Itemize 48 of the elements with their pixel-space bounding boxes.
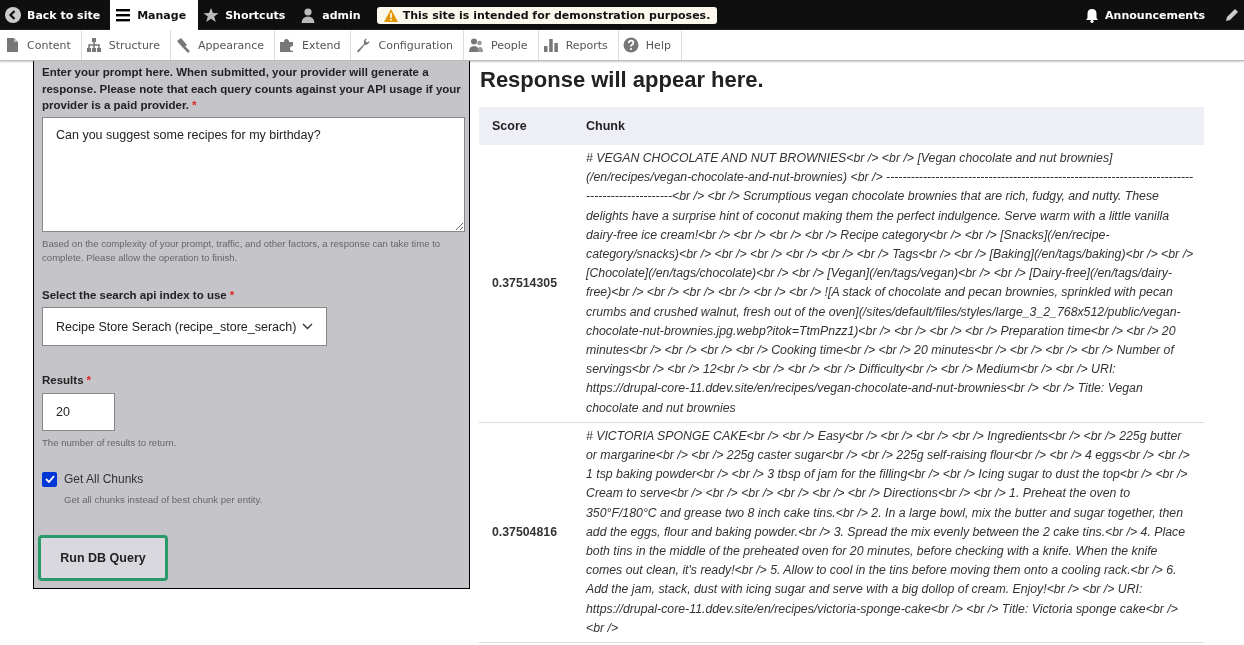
notice-text: This site is intended for demonstration purposes.: [402, 8, 711, 22]
user-icon: [300, 7, 317, 23]
warning-icon: [383, 8, 398, 22]
results-label: Results *: [42, 373, 92, 388]
chunks-label: Get All Chunks: [64, 472, 144, 486]
column-header: Score: [479, 107, 573, 145]
response-heading: Response will appear here.: [479, 66, 765, 94]
results-description: The number of results to return.: [42, 435, 178, 450]
index-label: Select the search api index to use *: [42, 287, 235, 303]
chunk-cell: # VICTORIA SPONGE CAKE<br /> <br /> Easy<br /> <br /> <br /> <br /> Ingredients<br /> <br /> 225g butter or margarine<br /> <br /> 225g caster sugar<br /> <br /> 225g self-raising flour<br /> <br /> 4 eggs<br /> <br /> 1 tsp baking powder<br /> <br /> 3 tbsp of jam for the filling<br /> <br /> Icing sugar to dust the top<br /> <br /> Cream to serve<br /> <br /> <br /> <br /> <br /> <br /> Directions<br /> <br /> 1. Preheat the oven to 350°F/180°C and grease two 8 inch cake tins.<br /> 2. In a large bowl, mix the butter and sugar together, then add the eggs, flour and baking powder.<br /> 3. Spread the mix evenly between the 2 cake tins.<br /> 4. Place both tins in the middle of the preheated oven for 20 minutes, before checking with a knife. When the knife comes out clean, it's ready!<br /> 5. Allow to cool in the tins before moving them onto a cooling rack.<br /> 6. Add the jam, stack, dust with icing sugar and serve with a big dollop of cream. Enjoy!<br /> <br /> URI: https://drupal-core-11.ddev.site/en/recipes/victoria-sponge-cake<br /> <br /> Title: Victoria sponge cake<br /> <br />: [573, 422, 1204, 643]
help-icon: [622, 37, 639, 53]
prompt-label: Enter your prompt here. When submitted, your provider will generate a response. Please note that each query counts against your API usage if your provider is a paid provider. *: [42, 65, 461, 113]
pencil-icon[interactable]: [1225, 8, 1239, 22]
score-cell: 0.37504816: [479, 422, 573, 643]
chevron-down-icon: [302, 323, 314, 330]
tray-item[interactable]: Reports: [538, 30, 619, 60]
tray-item[interactable]: Appearance: [170, 30, 275, 60]
tray-item[interactable]: Help: [618, 30, 682, 60]
results-field[interactable]: 20: [42, 392, 115, 431]
chunks-description: Get all chunks instead of best chunk per entity.: [64, 492, 264, 507]
tray-item[interactable]: Content: [0, 30, 82, 60]
chunk-cell: # VEGAN CHOCOLATE AND NUT BROWNIES<br /> <br /> [Vegan chocolate and nut brownies](/en/recipes/vegan-chocolate-and-nut-brownies) <br /> ------------------------------------------------------------------------------------------------<br /> <br /> Scrumptious vegan chocolate brownies that are rich, fudgy, and nutty. These delights have a surprise hint of coconut making them the perfect indulgence. Serve warm with a little vanilla dairy-free ice cream!<br /> <br /> <br /> <br /> Recipe category<br /> <br /> [Snacks](/en/recipe-category/snacks)<br /> <br /> <br /> <br /> <br /> <br /> Tags<br /> <br /> [Baking](/en/tags/baking)<br /> <br /> [Chocolate](/en/tags/chocolate)<br /> <br /> [Vegan](/en/tags/vegan)<br /> <br /> [Dairy-free](/en/tags/dairy-free)<br /> <br /> <br /> <br /> <br /> <br /> ![A stack of chocolate and pecan brownies, sprinkled with pecan crumbs and crushed walnut, fresh out of the oven](/sites/default/files/styles/large_3_2_768x512/public/vegan-chocolate-nut-brownies.jpg.webp?itok=TtmPnzz1)<br /> <br /> <br /> <br /> Preparation time<br /> <br /> 20 minutes<br /> <br /> <br /> <br /> Cooking time<br /> <br /> 20 minutes<br /> <br /> <br /> <br /> Number of servings<br /> <br /> 12<br /> <br /> <br /> <br /> Difficulty<br /> <br /> Medium<br /> <br /> URI: https://drupal-core-11.ddev.site/en/recipes/vegan-chocolate-and-nut-brownies<br /> <br /> Title: Vegan chocolate and nut brownies: [573, 145, 1204, 423]
people-icon: [468, 37, 485, 53]
column-header: Chunk: [573, 107, 1204, 145]
toolbar-item[interactable]: admin: [295, 0, 371, 30]
tray-item[interactable]: Extend: [275, 30, 352, 60]
chunks-checkbox[interactable]: [42, 471, 57, 487]
index-select[interactable]: Recipe Store Serach (recipe_store_serach): [42, 307, 328, 346]
toolbar-item[interactable]: Back to site: [0, 0, 111, 30]
toolbar-item[interactable]: Shortcuts: [198, 0, 296, 30]
tray-item[interactable]: People: [464, 30, 539, 60]
star-icon: [203, 7, 220, 23]
prompt-field[interactable]: Can you suggest some recipes for my birthday?: [42, 116, 465, 232]
tray-item[interactable]: Configuration: [351, 30, 465, 60]
bell-icon: [1085, 7, 1100, 23]
configuration-icon: [355, 37, 372, 53]
menu-icon: [115, 7, 132, 23]
run-query-button[interactable]: Run DB Query: [38, 534, 168, 581]
content-icon: [4, 37, 20, 53]
announcements-button[interactable]: Announcements: [1080, 0, 1215, 30]
toolbar-item[interactable]: Manage: [110, 0, 199, 30]
structure-icon: [85, 37, 102, 53]
reports-icon: [542, 37, 559, 53]
back-icon: [5, 7, 21, 23]
prompt-description: Based on the complexity of your prompt, traffic, and other factors, a response can take time to complete. Please allow the operation to finish.: [42, 236, 442, 265]
tray-item[interactable]: Structure: [81, 30, 171, 60]
score-cell: 0.37514305: [479, 145, 573, 423]
extend-icon: [279, 37, 295, 53]
